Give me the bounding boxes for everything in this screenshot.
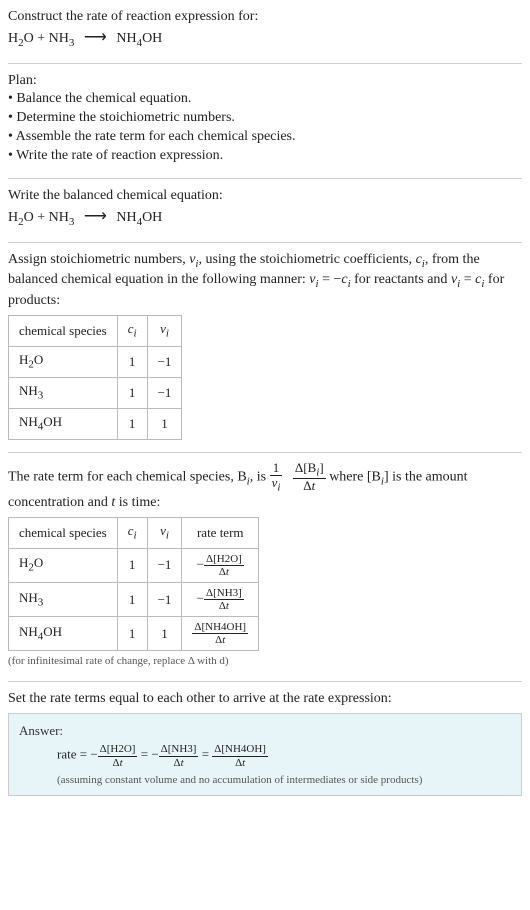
table-row: H2O 1 −1: [9, 346, 182, 377]
table-row: H2O 1 −1 −Δ[H2O]Δt: [9, 548, 259, 582]
reactant-1: H2O: [8, 31, 34, 46]
prompt-section: Construct the rate of reaction expressio…: [8, 6, 522, 57]
table-header-row: chemical species ci νi rate term: [9, 517, 259, 548]
reaction-arrow-icon: ⟶: [78, 206, 113, 228]
balanced-section: Write the balanced chemical equation: H2…: [8, 185, 522, 236]
rate-term-text: The rate term for each chemical species,…: [8, 461, 522, 513]
table-header-row: chemical species ci νi: [9, 315, 182, 346]
col-ci: ci: [117, 315, 147, 346]
infinitesimal-note: (for infinitesimal rate of change, repla…: [8, 654, 522, 669]
stoich-table: chemical species ci νi H2O 1 −1 NH3 1 −1…: [8, 315, 182, 440]
assign-section: Assign stoichiometric numbers, νi, using…: [8, 249, 522, 446]
table-row: NH3 1 −1: [9, 377, 182, 408]
rate-term-section: The rate term for each chemical species,…: [8, 459, 522, 675]
set-equal-section: Set the rate terms equal to each other t…: [8, 688, 522, 802]
unbalanced-equation: H2O + NH3 ⟶ NH4OH: [8, 27, 522, 51]
col-species: chemical species: [9, 315, 118, 346]
divider: [8, 63, 522, 64]
product-1: NH4OH: [116, 31, 162, 46]
set-equal-text: Set the rate terms equal to each other t…: [8, 690, 522, 709]
table-row: NH3 1 −1 −Δ[NH3]Δt: [9, 582, 259, 616]
table-row: NH4OH 1 1 Δ[NH4OH]Δt: [9, 616, 259, 650]
plan-bullet: • Write the rate of reaction expression.: [8, 147, 522, 166]
rate-expression: rate = −Δ[H2O]Δt = −Δ[NH3]Δt = Δ[NH4OH]Δ…: [19, 743, 511, 768]
table-row: NH4OH 1 1: [9, 408, 182, 439]
divider: [8, 452, 522, 453]
one-over-nu-fraction: 1 νi: [270, 461, 283, 494]
plan-bullet: • Determine the stoichiometric numbers.: [8, 109, 522, 128]
answer-label: Answer:: [19, 722, 511, 740]
plan-bullet: • Assemble the rate term for each chemic…: [8, 128, 522, 147]
assign-text: Assign stoichiometric numbers, νi, using…: [8, 251, 522, 311]
divider: [8, 242, 522, 243]
balanced-equation: H2O + NH3 ⟶ NH4OH: [8, 206, 522, 230]
col-nui: νi: [147, 315, 182, 346]
plan-title: Plan:: [8, 72, 522, 91]
answer-note: (assuming constant volume and no accumul…: [19, 773, 511, 788]
plan-section: Plan: • Balance the chemical equation. •…: [8, 70, 522, 172]
balanced-title: Write the balanced chemical equation:: [8, 187, 522, 206]
reactant-2: NH3: [49, 31, 75, 46]
divider: [8, 178, 522, 179]
dBi-dt-fraction: Δ[Bi] Δt: [293, 461, 326, 494]
reaction-arrow-icon: ⟶: [78, 27, 113, 49]
rate-term-table: chemical species ci νi rate term H2O 1 −…: [8, 517, 259, 652]
prompt-text: Construct the rate of reaction expressio…: [8, 8, 522, 27]
plus-sign: +: [34, 31, 49, 46]
plan-bullet: • Balance the chemical equation.: [8, 90, 522, 109]
answer-box: Answer: rate = −Δ[H2O]Δt = −Δ[NH3]Δt = Δ…: [8, 713, 522, 797]
divider: [8, 681, 522, 682]
